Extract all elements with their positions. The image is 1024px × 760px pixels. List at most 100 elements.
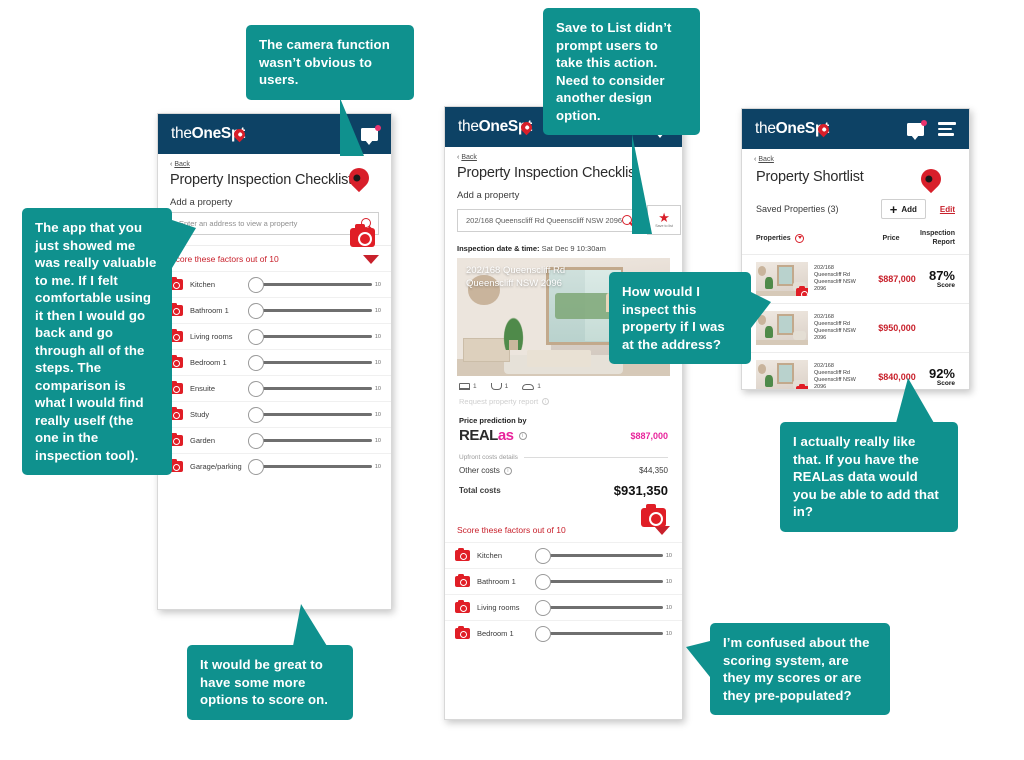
column-properties[interactable]: Properties	[756, 233, 864, 243]
factor-slider[interactable]: 010	[535, 573, 672, 590]
add-property-button[interactable]: + Add	[880, 199, 926, 219]
factor-slider[interactable]: 010	[535, 547, 672, 564]
factor-row[interactable]: Garden 010	[158, 427, 391, 453]
factor-row[interactable]: Bedroom 1 010	[158, 349, 391, 375]
factor-label: Kitchen	[477, 551, 503, 560]
factor-row[interactable]: Living rooms 010	[158, 323, 391, 349]
request-property-report-link[interactable]: Request property report i	[445, 393, 682, 410]
slider-knob[interactable]	[248, 328, 265, 345]
factor-slider[interactable]: 010	[248, 302, 381, 319]
slider-track[interactable]	[535, 573, 663, 590]
slider-track[interactable]	[535, 547, 663, 564]
slider-knob[interactable]	[248, 302, 265, 319]
factor-label: Bathroom 1	[190, 306, 229, 315]
info-icon[interactable]: i	[518, 431, 527, 440]
factor-slider[interactable]: 010	[248, 380, 381, 397]
factor-row[interactable]: Bathroom 1 010	[445, 568, 682, 594]
slider-track[interactable]	[535, 625, 663, 642]
table-row[interactable]: 202/168 Queenscliff Rd Queenscliff NSW 2096…	[742, 303, 969, 352]
slider-knob[interactable]	[248, 406, 265, 423]
slider-track[interactable]	[248, 302, 372, 319]
property-thumbnail[interactable]	[756, 360, 808, 389]
address-search-input[interactable]: 202/168 Queenscliff Rd Queenscliff NSW 2…	[457, 208, 641, 232]
sort-descending-icon[interactable]	[794, 233, 804, 243]
slider-track[interactable]	[248, 276, 372, 293]
camera-icon-large-screen1[interactable]	[350, 224, 375, 247]
slider-knob[interactable]	[248, 276, 265, 293]
camera-icon[interactable]	[455, 547, 470, 561]
factor-row[interactable]: Garage/parking 010	[158, 453, 391, 479]
factor-row[interactable]: Study 010	[158, 401, 391, 427]
bed-icon	[459, 383, 470, 390]
edit-link[interactable]: Edit	[940, 205, 955, 214]
callout-camera-function: The camera function wasn’t obvious to us…	[246, 25, 414, 156]
address-placeholder: Enter an address to view a property	[179, 219, 298, 228]
request-report-label: Request property report	[459, 397, 539, 406]
slider-knob[interactable]	[248, 354, 265, 371]
factor-slider[interactable]: 010	[248, 406, 381, 423]
factor-row[interactable]: Bathroom 1 010	[158, 297, 391, 323]
slider-knob[interactable]	[248, 458, 265, 475]
slider-track[interactable]	[248, 432, 372, 449]
callout-realas-text: I actually really like that. If you have…	[793, 434, 939, 519]
slider-track[interactable]	[248, 380, 372, 397]
factor-row[interactable]: Kitchen 010	[158, 271, 391, 297]
messages-icon[interactable]	[907, 119, 927, 140]
slider-knob[interactable]	[535, 573, 552, 590]
slider-track[interactable]	[248, 354, 372, 371]
factor-row[interactable]: Ensuite 010	[158, 375, 391, 401]
factor-slider[interactable]: 010	[535, 625, 672, 642]
factor-slider[interactable]: 010	[248, 276, 381, 293]
table-row[interactable]: 202/168 Queenscliff Rd Queenscliff NSW 2096…	[742, 352, 969, 389]
chevron-down-icon[interactable]	[363, 254, 379, 264]
info-icon[interactable]: i	[503, 466, 512, 475]
factor-slider[interactable]: 010	[248, 354, 381, 371]
property-price: $887,000	[878, 274, 916, 284]
inspection-datetime: Inspection date & time: Sat Dec 9 10:30a…	[445, 235, 682, 258]
notification-badge-dot	[921, 119, 927, 126]
slider-max-label: 10	[374, 281, 381, 288]
app-logo[interactable]: theOneSpt	[458, 118, 535, 136]
property-thumbnail[interactable]	[756, 262, 808, 296]
slider-knob[interactable]	[535, 547, 552, 564]
factor-row[interactable]: Kitchen 010	[445, 542, 682, 568]
slider-track[interactable]	[248, 458, 372, 475]
slider-track[interactable]	[248, 328, 372, 345]
factor-row[interactable]: Living rooms 010	[445, 594, 682, 620]
slider-knob[interactable]	[535, 599, 552, 616]
slider-knob[interactable]	[248, 432, 265, 449]
slider-track[interactable]	[535, 599, 663, 616]
app-logo[interactable]: theOneSpt	[171, 125, 248, 143]
camera-icon[interactable]	[455, 573, 470, 587]
callout-scoring-text: I’m confused about the scoring system, a…	[723, 635, 870, 703]
column-properties-label: Properties	[756, 234, 791, 242]
slider-knob[interactable]	[535, 625, 552, 642]
address-search-input[interactable]: Enter an address to view a property	[170, 212, 379, 235]
slider-track[interactable]	[248, 406, 372, 423]
total-costs-value: $931,350	[613, 483, 668, 498]
hamburger-menu-icon[interactable]	[938, 122, 956, 136]
factor-row[interactable]: Bedroom 1 010	[445, 620, 682, 646]
amenities-row: 1 1 1	[445, 376, 682, 393]
slider-knob[interactable]	[248, 380, 265, 397]
camera-icon[interactable]	[455, 625, 470, 639]
camera-icon[interactable]	[796, 285, 808, 296]
app-logo[interactable]: theOneSpt	[755, 120, 832, 138]
callout-more-options-text: It would be great to have some more opti…	[200, 657, 329, 707]
info-icon[interactable]: i	[542, 398, 550, 405]
back-link[interactable]: ‹ Back	[742, 149, 969, 165]
camera-icon-large-screen2[interactable]	[641, 504, 666, 527]
plus-icon: +	[889, 201, 898, 217]
factor-slider[interactable]: 010	[248, 432, 381, 449]
bathrooms-count: 1	[504, 383, 509, 390]
score-percent: 87%	[928, 268, 955, 283]
slider-max-label: 10	[665, 578, 672, 585]
callout-tail	[896, 378, 934, 423]
callout-save-text: Save to List didn’t prompt users to take…	[556, 20, 672, 123]
factor-slider[interactable]: 010	[535, 599, 672, 616]
camera-icon[interactable]	[455, 599, 470, 613]
factor-slider[interactable]: 010	[248, 328, 381, 345]
factor-slider[interactable]: 010	[248, 458, 381, 475]
camera-icon[interactable]	[796, 383, 808, 389]
table-row[interactable]: 202/168 Queenscliff Rd Queenscliff NSW 2096…	[742, 254, 969, 303]
